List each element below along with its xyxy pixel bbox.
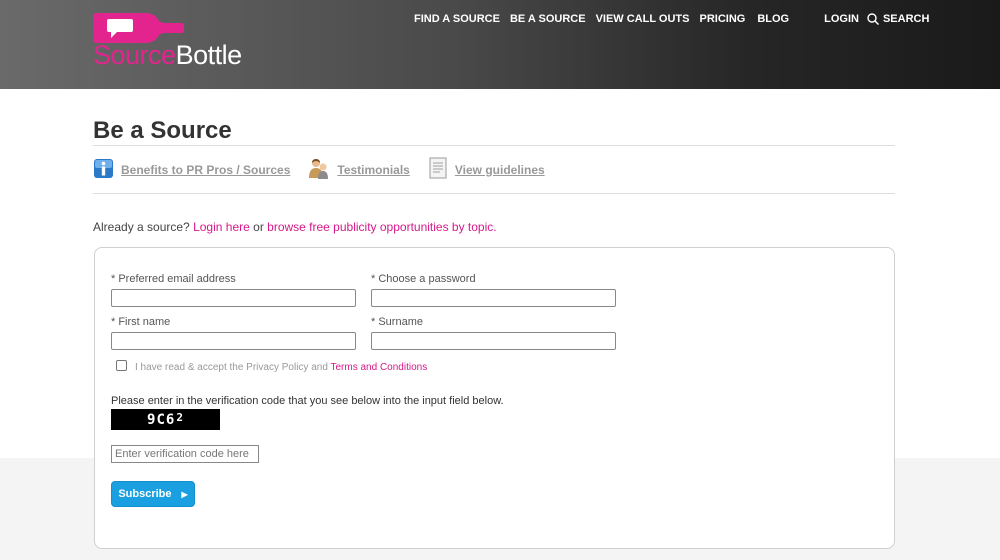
surname-field[interactable]: [371, 332, 616, 350]
logo-wordmark: SourceBottle: [93, 40, 242, 70]
terms-link[interactable]: Terms and Conditions: [331, 362, 428, 373]
firstname-label: * First name: [111, 316, 171, 328]
password-field[interactable]: [371, 289, 616, 307]
search-icon: [867, 13, 879, 25]
firstname-field[interactable]: [111, 332, 356, 350]
login-here-link[interactable]: Login here: [193, 220, 250, 234]
email-label: * Preferred email address: [111, 273, 236, 285]
already-source-text: Already a source? Login here or browse f…: [93, 220, 497, 234]
nav-search[interactable]: SEARCH: [867, 13, 929, 25]
benefits-label: Benefits to PR Pros / Sources: [121, 162, 291, 177]
guidelines-label: View guidelines: [454, 162, 545, 177]
nav-pricing[interactable]: PRICING: [699, 13, 745, 25]
people-icon: [308, 157, 330, 182]
site-header: SourceBottle FIND A SOURCE BE A SOURCE V…: [0, 0, 1000, 89]
nav-blog[interactable]: BLOG: [757, 13, 789, 25]
document-icon: [428, 157, 448, 182]
chevron-right-icon: ▶: [181, 489, 188, 499]
sourcebottle-logo[interactable]: SourceBottle: [93, 11, 263, 71]
signup-form: * Preferred email address * Choose a pas…: [94, 247, 895, 549]
terms-checkbox[interactable]: [116, 360, 127, 371]
main-nav: FIND A SOURCE BE A SOURCE VIEW CALL OUTS…: [414, 13, 929, 25]
verification-code-field[interactable]: [111, 445, 259, 463]
nav-be-a-source[interactable]: BE A SOURCE: [510, 13, 586, 25]
testimonials-link[interactable]: Testimonials: [308, 157, 410, 182]
page-title: Be a Source: [93, 117, 232, 144]
divider: [93, 193, 895, 194]
password-label: * Choose a password: [371, 273, 476, 285]
info-links: Benefits to PR Pros / Sources Testimonia…: [93, 157, 563, 182]
surname-label: * Surname: [371, 316, 423, 328]
search-label: SEARCH: [882, 13, 930, 25]
divider: [93, 145, 895, 146]
verification-instructions: Please enter in the verification code th…: [111, 395, 504, 407]
terms-text: I have read & accept the Privacy Policy …: [135, 362, 428, 373]
nav-view-call-outs[interactable]: VIEW CALL OUTS: [596, 13, 690, 25]
nav-find-a-source[interactable]: FIND A SOURCE: [414, 13, 500, 25]
email-field[interactable]: [111, 289, 356, 307]
benefits-link[interactable]: Benefits to PR Pros / Sources: [93, 158, 290, 182]
browse-opportunities-link[interactable]: browse free publicity opportunities by t…: [267, 220, 493, 234]
info-icon: [93, 158, 114, 182]
nav-login[interactable]: LOGIN: [824, 13, 859, 25]
bottle-icon: [93, 13, 184, 43]
guidelines-link[interactable]: View guidelines: [428, 157, 545, 182]
testimonials-label: Testimonials: [337, 162, 410, 177]
captcha-image: 9C6 2: [111, 409, 220, 430]
subscribe-button[interactable]: Subscribe ▶: [111, 481, 195, 507]
